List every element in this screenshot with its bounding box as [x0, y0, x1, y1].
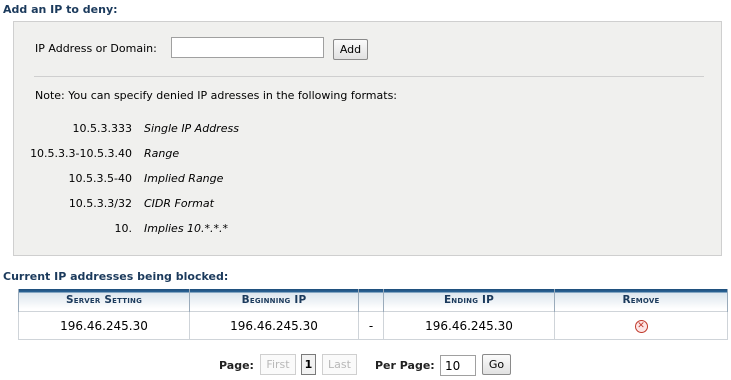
blocked-ips-table: Server Setting Beginning IP Ending IP Re… — [18, 289, 728, 340]
column-header-remove: Remove — [554, 289, 728, 312]
add-ip-form-panel: IP Address or Domain: Add Note: You can … — [13, 21, 722, 256]
format-description: Range — [144, 147, 180, 160]
table-row: 196.46.245.30 196.46.245.30 - 196.46.245… — [18, 311, 728, 340]
blocked-ips-section-title: Current IP addresses being blocked: — [3, 270, 229, 283]
go-button[interactable]: Go — [482, 354, 511, 375]
remove-cell: ✕ — [554, 311, 728, 340]
ip-address-label: IP Address or Domain: — [35, 42, 157, 55]
ip-address-input[interactable] — [171, 37, 324, 58]
column-header-server-setting[interactable]: Server Setting — [18, 289, 190, 312]
format-example: 10.5.3.333 — [72, 122, 132, 135]
column-header-ending-ip[interactable]: Ending IP — [383, 289, 555, 312]
column-header-separator — [358, 289, 384, 312]
format-example: 10.5.3.3-10.5.3.40 — [30, 147, 132, 160]
table-header-row: Server Setting Beginning IP Ending IP Re… — [18, 289, 728, 312]
first-page-button[interactable]: First — [260, 354, 296, 375]
format-row: 10.5.3.3/32 CIDR Format — [14, 197, 314, 213]
beginning-ip-cell: 196.46.245.30 — [189, 311, 359, 340]
add-button[interactable]: Add — [333, 39, 368, 60]
separator-cell: - — [358, 311, 384, 340]
remove-circle-icon[interactable]: ✕ — [634, 319, 648, 333]
format-description: Implies 10.*.*.* — [144, 222, 229, 235]
last-page-button[interactable]: Last — [322, 354, 357, 375]
pagination-bar: Page: First 1 Last Per Page: Go — [0, 353, 731, 377]
format-example: 10. — [114, 222, 133, 235]
format-row: 10.5.3.333 Single IP Address — [14, 122, 314, 138]
current-page-indicator[interactable]: 1 — [301, 354, 316, 375]
per-page-label: Per Page: — [375, 359, 435, 372]
server-setting-cell: 196.46.245.30 — [18, 311, 190, 340]
format-example: 10.5.3.3/32 — [68, 197, 132, 210]
ending-ip-cell: 196.46.245.30 — [383, 311, 555, 340]
format-row: 10.5.3.5-40 Implied Range — [14, 172, 314, 188]
format-note: Note: You can specify denied IP adresses… — [35, 89, 398, 102]
page-label: Page: — [219, 359, 254, 372]
divider — [34, 76, 704, 77]
format-description: Implied Range — [144, 172, 224, 185]
format-description: Single IP Address — [144, 122, 239, 135]
per-page-input[interactable] — [440, 355, 476, 376]
format-row: 10.5.3.3-10.5.3.40 Range — [14, 147, 314, 163]
format-row: 10. Implies 10.*.*.* — [14, 222, 314, 238]
format-example: 10.5.3.5-40 — [68, 172, 132, 185]
add-ip-section-title: Add an IP to deny: — [3, 3, 118, 16]
column-header-beginning-ip[interactable]: Beginning IP — [189, 289, 359, 312]
format-description: CIDR Format — [144, 197, 214, 210]
